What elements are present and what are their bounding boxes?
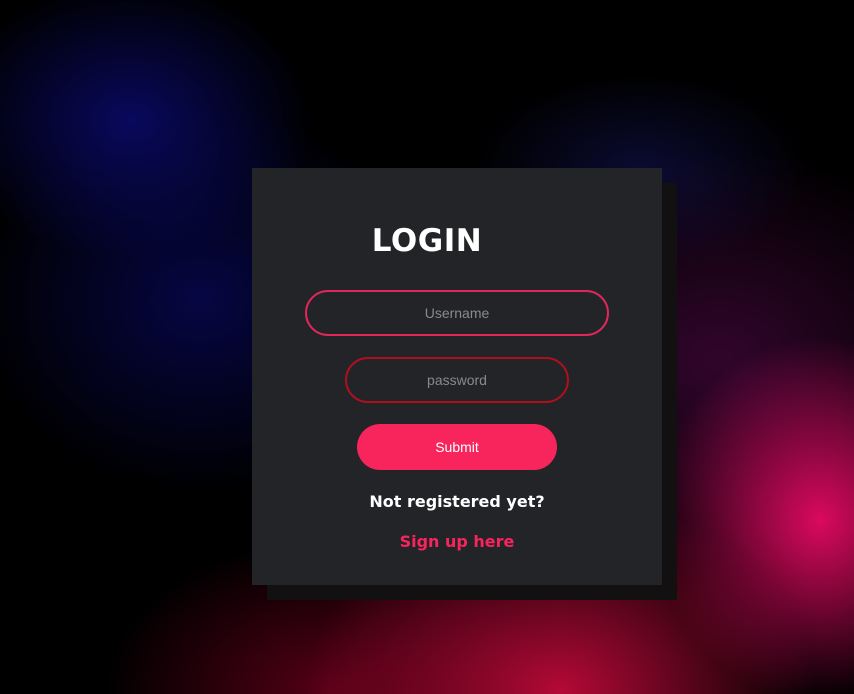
signup-row: Sign up here xyxy=(252,532,662,551)
username-input[interactable] xyxy=(305,290,609,336)
login-title: LOGIN xyxy=(371,223,483,259)
not-registered-text: Not registered yet? xyxy=(369,492,545,511)
sign-up-link[interactable]: Sign up here xyxy=(400,532,515,551)
password-input[interactable] xyxy=(345,357,569,403)
submit-button[interactable]: Submit xyxy=(357,424,557,470)
